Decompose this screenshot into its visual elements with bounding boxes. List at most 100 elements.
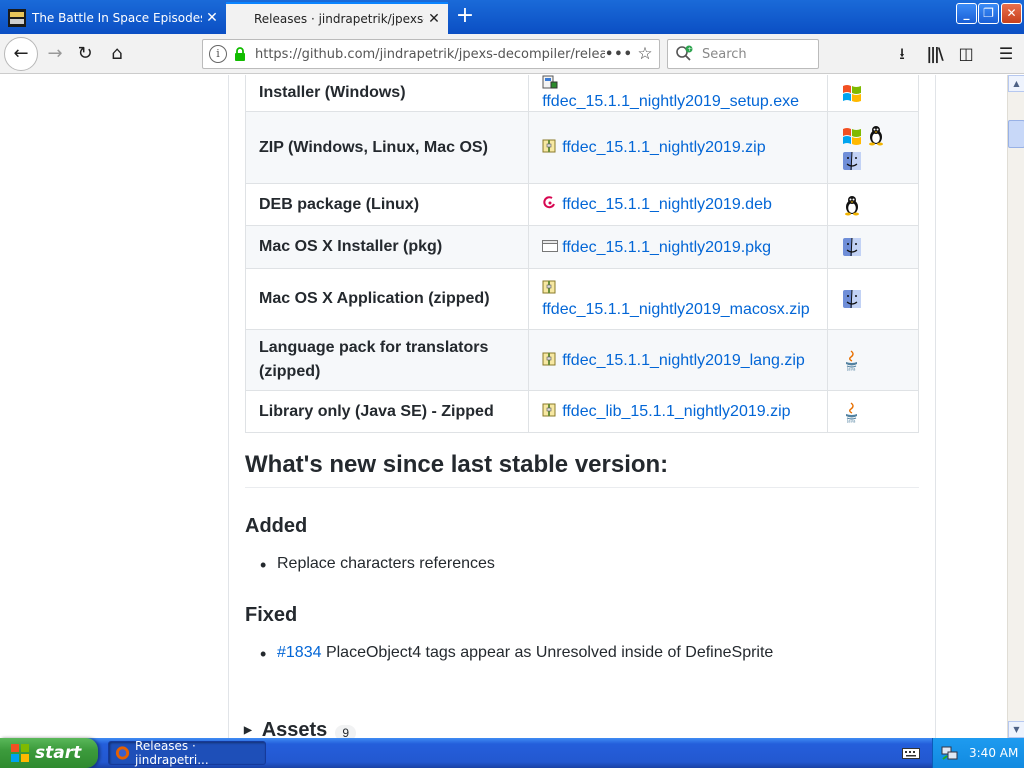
- lock-icon: [235, 47, 245, 61]
- close-window-button[interactable]: ✕: [1001, 3, 1022, 24]
- java-icon: Java: [841, 349, 863, 372]
- download-file-link[interactable]: ffdec_15.1.1_nightly2019_macosx.zip: [542, 301, 809, 318]
- download-file-link[interactable]: ffdec_15.1.1_nightly2019.pkg: [562, 239, 771, 256]
- download-file-cell: ffdec_15.1.1_nightly2019_setup.exe: [528, 75, 829, 112]
- bookmark-star-icon[interactable]: ☆: [631, 44, 659, 64]
- new-tab-plus-icon[interactable]: +: [452, 4, 478, 30]
- system-tray: 3:40 AM: [932, 738, 1024, 768]
- download-file-cell: ffdec_15.1.1_nightly2019.deb: [528, 183, 829, 226]
- download-file-link[interactable]: ffdec_15.1.1_nightly2019_setup.exe: [542, 93, 799, 110]
- download-file-link[interactable]: ffdec_lib_15.1.1_nightly2019.zip: [562, 403, 790, 420]
- fixed-list: #1834 PlaceObject4 tags appear as Unreso…: [260, 644, 774, 665]
- downloads-icon[interactable]: ⭳: [890, 42, 914, 66]
- start-button[interactable]: start: [0, 738, 98, 768]
- search-placeholder: Search: [702, 46, 747, 62]
- download-file-link[interactable]: ffdec_15.1.1_nightly2019_lang.zip: [562, 352, 805, 369]
- restore-button[interactable]: ❐: [978, 3, 999, 24]
- taskbar-window-item[interactable]: Releases · jindrapetri...: [108, 739, 266, 767]
- list-item: #1834 PlaceObject4 tags appear as Unreso…: [260, 644, 774, 665]
- download-type-label: DEB package (Linux): [244, 183, 530, 226]
- list-item: Replace characters references: [260, 555, 495, 576]
- menu-hamburger-icon[interactable]: ☰: [994, 42, 1018, 66]
- table-row: Library only (Java SE) - Zipped ffdec_lib…: [244, 390, 919, 433]
- zip-icon: [542, 138, 558, 154]
- scrollbar-thumb[interactable]: [1008, 120, 1024, 148]
- mac-icon: [841, 150, 863, 172]
- url-text[interactable]: https://github.com/jindrapetrik/jpexs-de…: [255, 47, 605, 62]
- network-icon[interactable]: [941, 744, 959, 762]
- disclosure-triangle-icon: ▶: [244, 725, 252, 736]
- scroll-up-arrow-icon[interactable]: ▲: [1008, 75, 1024, 92]
- os-icons-cell: [827, 268, 919, 330]
- download-type-label: Installer (Windows): [244, 75, 530, 112]
- close-tab-icon[interactable]: ✕: [202, 10, 222, 26]
- info-icon[interactable]: i: [209, 45, 227, 63]
- vertical-scrollbar[interactable]: ▲ ▼: [1007, 75, 1024, 738]
- search-input[interactable]: + Search: [667, 39, 819, 69]
- download-file-cell: ffdec_15.1.1_nightly2019_macosx.zip: [528, 268, 829, 330]
- java-icon: Java: [841, 401, 863, 423]
- zip-icon: [542, 351, 558, 367]
- assets-count-badge: 9: [335, 724, 356, 738]
- firefox-icon: [115, 746, 130, 760]
- tab-battle-in-space[interactable]: The Battle In Space Episodes | Ob ✕: [0, 2, 226, 34]
- mac-icon: [841, 236, 863, 258]
- zip-icon: [542, 402, 558, 418]
- download-file-link[interactable]: ffdec_15.1.1_nightly2019.deb: [562, 196, 772, 213]
- whats-new-heading: What's new since last stable version:: [245, 451, 919, 488]
- keyboard-icon[interactable]: [902, 746, 920, 760]
- minimize-button[interactable]: _: [956, 3, 977, 24]
- home-icon[interactable]: ⌂: [102, 39, 132, 69]
- table-row: Mac OS X Installer (pkg) ffdec_15.1.1_nig…: [244, 225, 919, 269]
- os-icons-cell: Java: [827, 329, 919, 391]
- issue-description: PlaceObject4 tags appear as Unresolved i…: [321, 644, 774, 661]
- table-row: Mac OS X Application (zipped) ffdec_15.1.…: [244, 268, 919, 330]
- address-bar[interactable]: i https://github.com/jindrapetrik/jpexs-…: [202, 39, 660, 69]
- assets-toggle[interactable]: ▶ Assets 9: [244, 719, 356, 738]
- sidebar-icon[interactable]: ◫: [954, 42, 978, 66]
- tab-releases[interactable]: Releases · jindrapetrik/jpexs-deco ✕: [226, 2, 448, 34]
- download-type-label: Language pack for translators (zipped): [244, 329, 530, 391]
- zip-icon: [542, 279, 558, 295]
- os-icons-cell: [827, 183, 919, 226]
- taskbar-window-title: Releases · jindrapetri...: [135, 739, 209, 767]
- forward-arrow-icon[interactable]: →: [40, 39, 70, 69]
- svg-text:Java: Java: [846, 367, 856, 372]
- os-icons-cell: [827, 111, 919, 184]
- fixed-heading: Fixed: [245, 604, 298, 626]
- windows-icon: [841, 81, 863, 103]
- os-icons-cell: [827, 225, 919, 269]
- library-icon[interactable]: |||\: [922, 42, 946, 66]
- os-icons-cell: Java: [827, 390, 919, 433]
- clock: 3:40 AM: [969, 746, 1019, 760]
- page-actions-menu-icon[interactable]: •••: [605, 47, 632, 62]
- tab-strip: The Battle In Space Episodes | Ob ✕ Rele…: [0, 0, 1024, 34]
- search-icon: +: [676, 45, 693, 61]
- close-tab-icon[interactable]: ✕: [424, 11, 444, 27]
- download-file-cell: ffdec_15.1.1_nightly2019.zip: [528, 111, 829, 184]
- table-row: Language pack for translators (zipped) ff…: [244, 329, 919, 391]
- svg-text:Java: Java: [846, 418, 856, 423]
- back-arrow-icon[interactable]: ←: [4, 37, 38, 71]
- download-file-link[interactable]: ffdec_15.1.1_nightly2019.zip: [562, 139, 765, 156]
- tab-title: The Battle In Space Episodes | Ob: [32, 11, 202, 25]
- navigation-toolbar: ← → ↻ ⌂ i https://github.com/jindrapetri…: [0, 34, 1024, 74]
- issue-link[interactable]: #1834: [277, 644, 322, 661]
- taskbar: start Releases · jindrapetri... 3:40 AM: [0, 738, 1024, 768]
- tab-title: Releases · jindrapetrik/jpexs-deco: [254, 12, 424, 26]
- linux-icon: [841, 194, 863, 216]
- download-type-label: Mac OS X Installer (pkg): [244, 225, 530, 269]
- reload-icon[interactable]: ↻: [70, 39, 100, 69]
- download-file-cell: ffdec_15.1.1_nightly2019.pkg: [528, 225, 829, 269]
- windows-flag-icon: [11, 744, 29, 762]
- linux-icon: [865, 124, 887, 146]
- scroll-down-arrow-icon[interactable]: ▼: [1008, 721, 1024, 738]
- start-label: start: [35, 743, 82, 763]
- downloads-table: Installer (Windows) ffdec_15.1.1_nightly2…: [244, 75, 919, 433]
- download-type-label: Library only (Java SE) - Zipped: [244, 390, 530, 433]
- table-row: Installer (Windows) ffdec_15.1.1_nightly2…: [244, 75, 919, 112]
- site-favicon-icon: [8, 9, 26, 27]
- mac-icon: [841, 288, 863, 310]
- os-icons-cell: [827, 75, 919, 112]
- table-row: ZIP (Windows, Linux, Mac OS) ffdec_15.1.1…: [244, 111, 919, 184]
